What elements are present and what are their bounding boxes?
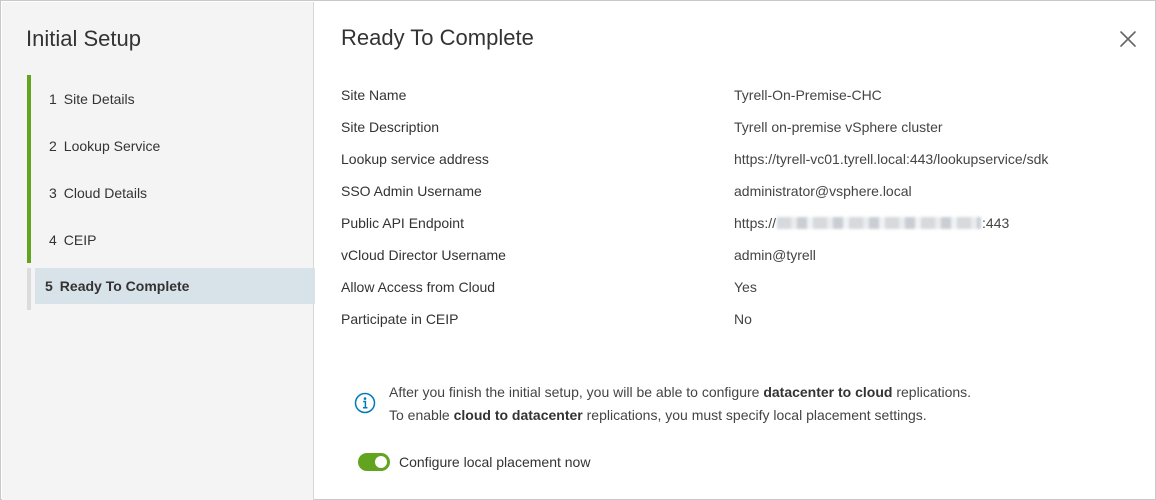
step-site-details[interactable]: 1 Site Details: [27, 75, 315, 122]
info-line-1: After you finish the initial setup, you …: [389, 381, 971, 404]
summary-value-redacted: https:// :443: [734, 215, 1009, 231]
summary-label: Site Name: [341, 87, 407, 103]
info-text-bold: datacenter to cloud: [763, 384, 893, 400]
step-rail: [27, 304, 31, 310]
summary-value: Tyrell-On-Premise-CHC: [734, 87, 882, 103]
local-placement-toggle-row: Configure local placement now: [358, 453, 590, 471]
summary-label: Participate in CEIP: [341, 311, 459, 327]
summary-value: No: [734, 311, 752, 327]
summary-row: vCloud Director Username admin@tyrell: [341, 239, 1121, 271]
initial-setup-dialog: Initial Setup 1 Site Details 2 Lookup Se…: [0, 0, 1156, 500]
toggle-knob: [375, 456, 387, 468]
summary-row: Lookup service address https://tyrell-vc…: [341, 143, 1121, 175]
endpoint-prefix: https://: [734, 215, 777, 231]
summary-label: vCloud Director Username: [341, 247, 506, 263]
summary-value: https://tyrell-vc01.tyrell.local:443/loo…: [734, 151, 1049, 167]
step-label: Cloud Details: [63, 184, 148, 201]
step-label: Site Details: [63, 90, 135, 107]
page-title: Ready To Complete: [341, 25, 534, 50]
step-current-highlight: 5 Ready To Complete: [35, 268, 315, 304]
summary-label: Lookup service address: [341, 151, 489, 167]
close-button[interactable]: [1118, 29, 1138, 49]
wizard-steps: 1 Site Details 2 Lookup Service 3 Cloud …: [27, 75, 315, 310]
info-text-segment: After you finish the initial setup, you …: [389, 384, 764, 400]
summary-value: admin@tyrell: [734, 247, 816, 263]
step-number: 5: [45, 278, 53, 294]
info-icon: [354, 392, 376, 414]
step-cloud-details[interactable]: 3 Cloud Details: [27, 169, 315, 216]
step-lookup-service[interactable]: 2 Lookup Service: [27, 122, 315, 169]
step-number: 2: [49, 137, 57, 154]
wizard-title: Initial Setup: [26, 26, 141, 51]
summary-label: Allow Access from Cloud: [341, 279, 496, 295]
summary-row: Participate in CEIP No: [341, 303, 1121, 335]
info-text-segment: replications.: [892, 384, 972, 400]
summary-value: Tyrell on-premise vSphere cluster: [734, 119, 943, 135]
summary-table: Site Name Tyrell-On-Premise-CHC Site Des…: [341, 79, 1121, 335]
summary-label: SSO Admin Username: [341, 183, 482, 199]
info-text-bold: cloud to datacenter: [453, 407, 583, 423]
summary-row: Allow Access from Cloud Yes: [341, 271, 1121, 303]
summary-row: Site Description Tyrell on-premise vSphe…: [341, 111, 1121, 143]
summary-row: Public API Endpoint https:// :443: [341, 207, 1121, 239]
step-ceip[interactable]: 4 CEIP: [27, 216, 315, 263]
info-text-segment: replications, you must specify local pla…: [582, 407, 927, 423]
step-label: Lookup Service: [63, 137, 161, 154]
wizard-sidebar: Initial Setup 1 Site Details 2 Lookup Se…: [2, 2, 315, 500]
step-number: 3: [49, 184, 57, 201]
summary-value: Yes: [734, 279, 757, 295]
summary-label: Site Description: [341, 119, 440, 135]
local-placement-toggle[interactable]: [358, 453, 390, 471]
close-icon: [1120, 31, 1136, 47]
endpoint-suffix: :443: [982, 215, 1010, 231]
info-message: After you finish the initial setup, you …: [389, 381, 971, 427]
summary-row: Site Name Tyrell-On-Premise-CHC: [341, 79, 1121, 111]
step-number: 4: [49, 231, 57, 248]
summary-value: administrator@vsphere.local: [734, 183, 912, 199]
info-line-2: To enable cloud to datacenter replicatio…: [389, 404, 971, 427]
step-label: Ready To Complete: [59, 278, 190, 294]
step-label: CEIP: [63, 231, 97, 248]
step-ready-to-complete[interactable]: 5 Ready To Complete: [27, 268, 315, 310]
info-text-segment: To enable: [389, 407, 454, 423]
redacted-hostname: [777, 217, 982, 229]
summary-row: SSO Admin Username administrator@vsphere…: [341, 175, 1121, 207]
toggle-label[interactable]: Configure local placement now: [399, 454, 590, 470]
summary-label: Public API Endpoint: [341, 215, 464, 231]
step-number: 1: [49, 90, 57, 107]
